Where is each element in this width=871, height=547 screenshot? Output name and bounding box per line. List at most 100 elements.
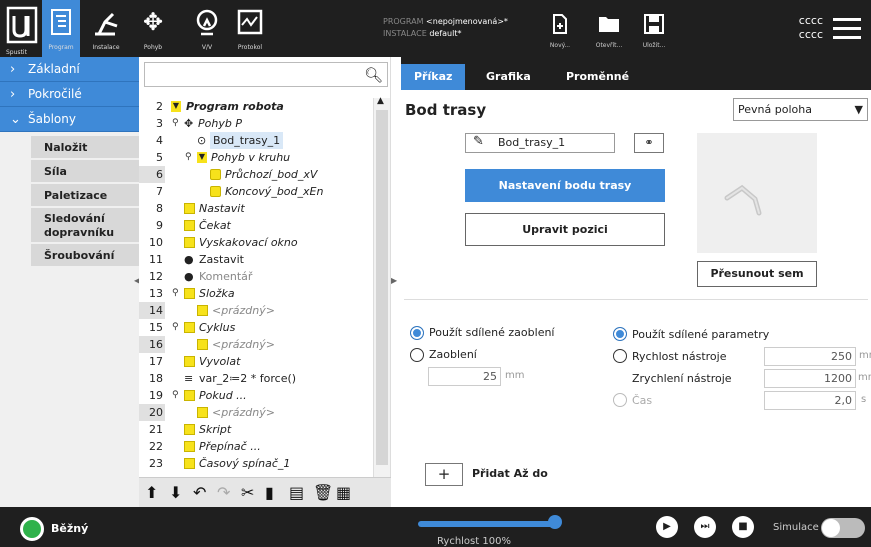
tree-row[interactable]: 16 <prázdný> xyxy=(139,336,372,353)
play-button[interactable]: ▶ xyxy=(656,516,678,538)
tree-row[interactable]: 10 Vyskakovací okno xyxy=(139,234,372,251)
blend-radius-input[interactable]: 25 xyxy=(428,367,501,386)
row-number: 11 xyxy=(149,253,163,266)
tree-scrollbar[interactable]: ▲ ▼ xyxy=(373,96,390,492)
add-until-button[interactable]: + xyxy=(425,463,463,486)
tree-node-label: Komentář xyxy=(199,270,253,283)
tab-variables[interactable]: Proměnné xyxy=(553,64,642,90)
waypoint-name-field[interactable]: ✎ Bod_trasy_1 xyxy=(465,133,615,153)
move-up-icon[interactable]: ⬆ xyxy=(145,483,158,502)
set-waypoint-button[interactable]: Nastavení bodu trasy xyxy=(465,169,665,202)
tree-row[interactable]: 6 Průchozí_bod_xV xyxy=(139,166,372,183)
collapse-triangle-icon[interactable]: ▼ xyxy=(171,101,181,112)
tree-row[interactable]: 9 Čekat xyxy=(139,217,372,234)
move-down-icon[interactable]: ⬇ xyxy=(169,483,182,502)
tab-graphics[interactable]: Grafika xyxy=(473,64,544,90)
status-indicator-icon[interactable] xyxy=(20,517,44,541)
program-button[interactable]: Program xyxy=(42,0,80,57)
tool-accel-input[interactable]: 1200 xyxy=(764,369,856,388)
tool-speed-input[interactable]: 250 xyxy=(764,347,856,366)
tree-row[interactable]: 19 ⚲ Pokud ... xyxy=(139,387,372,404)
tree-row[interactable]: 15 ⚲ Cyklus xyxy=(139,319,372,336)
shared-params-radio[interactable] xyxy=(613,327,627,341)
open-file-button[interactable]: Otevřít... xyxy=(592,0,626,57)
log-button[interactable]: Protokol xyxy=(230,0,270,57)
hamburger-menu-icon[interactable] xyxy=(833,18,861,39)
search-box[interactable]: 🔍︎ xyxy=(144,62,388,87)
nav-templates[interactable]: ⌄ Šablony xyxy=(0,107,139,132)
pencil-icon[interactable]: ✎ xyxy=(473,133,484,151)
tool-speed-radio[interactable] xyxy=(613,349,627,363)
stop-button[interactable]: ■ xyxy=(732,516,754,538)
tree-row[interactable]: 5 ⚲ ▼ Pohyb v kruhu xyxy=(139,149,372,166)
delete-icon[interactable]: 🗑︎ xyxy=(313,483,333,502)
time-input[interactable]: 2,0 xyxy=(764,391,856,410)
tree-row[interactable]: 18 ≡ var_2≔2 * force() xyxy=(139,370,372,387)
tree-row[interactable]: 14 <prázdný> xyxy=(139,302,372,319)
tab-command[interactable]: Příkaz xyxy=(401,64,466,90)
row-number: 19 xyxy=(149,389,163,402)
row-number: 9 xyxy=(156,219,163,232)
tree-row[interactable]: 21 Skript xyxy=(139,421,372,438)
nav-item-screwdriving[interactable]: Šroubování xyxy=(31,244,139,268)
nav-item-force[interactable]: Síla xyxy=(31,160,139,184)
time-radio[interactable] xyxy=(613,393,627,407)
link-button[interactable]: ⚭ xyxy=(634,133,664,153)
tree-row[interactable]: 8 Nastavit xyxy=(139,200,372,217)
empty-node-icon xyxy=(197,339,208,350)
move-button[interactable]: ✥ Pohyb xyxy=(138,0,168,57)
blend-radio[interactable] xyxy=(410,348,424,362)
tree-row[interactable]: 17 Vyvolat xyxy=(139,353,372,370)
shared-blend-label: Použít sdílené zaoblení xyxy=(429,326,555,339)
tree-row[interactable]: 22 Přepínač ... xyxy=(139,438,372,455)
save-disk-icon xyxy=(644,14,664,34)
copy-icon[interactable]: ▮ xyxy=(265,483,274,502)
step-button[interactable]: ⏭ xyxy=(694,516,716,538)
installation-button[interactable]: Instalace xyxy=(86,0,126,57)
position-mode-select[interactable]: Pevná poloha ▼ xyxy=(733,98,868,121)
nav-item-conveyor-tracking[interactable]: Sledování dopravníku xyxy=(31,208,139,244)
undo-icon[interactable]: ↶ xyxy=(193,483,206,502)
nav-basic[interactable]: › Základní xyxy=(0,57,139,82)
time-unit: s xyxy=(861,394,867,405)
tree-row[interactable]: 20 <prázdný> xyxy=(139,404,372,421)
io-button[interactable]: V/V xyxy=(192,0,222,57)
tree-row[interactable]: 3 ⚲ ✥ Pohyb P xyxy=(139,115,372,132)
row-number: 6 xyxy=(139,166,165,183)
search-icon[interactable]: 🔍︎ xyxy=(364,66,383,84)
speed-slider-handle[interactable] xyxy=(548,515,562,529)
tree-row[interactable]: 2 ▼ Program robota xyxy=(139,98,372,115)
move-here-button[interactable]: Přesunout sem xyxy=(697,261,817,287)
save-file-button[interactable]: Uložit... xyxy=(637,0,671,57)
shared-blend-radio[interactable] xyxy=(410,326,424,340)
tree-node-label: Průchozí_bod_xV xyxy=(225,168,318,181)
edit-position-button[interactable]: Upravit pozici xyxy=(465,213,665,246)
search-input[interactable] xyxy=(145,63,355,85)
stop-icon: ● xyxy=(184,253,194,266)
nav-item-pallet-load[interactable]: Naložit xyxy=(31,136,139,160)
tree-row[interactable]: 7 Koncový_bod_xEn xyxy=(139,183,372,200)
tree-row[interactable]: 11 ● Zastavit xyxy=(139,251,372,268)
collapse-right-icon[interactable]: ▶ xyxy=(391,276,397,285)
simulation-toggle[interactable] xyxy=(821,518,865,538)
collapse-triangle-icon[interactable]: ▼ xyxy=(197,152,207,163)
add-until-label: Přidat Až do xyxy=(472,467,548,480)
redo-icon[interactable]: ↷ xyxy=(217,483,230,502)
nav-advanced[interactable]: › Pokročilé xyxy=(0,82,139,107)
nav-item-palletizing[interactable]: Paletizace xyxy=(31,184,139,208)
suppress-icon[interactable]: ▦ xyxy=(336,483,351,502)
new-file-button[interactable]: Nový... xyxy=(543,0,577,57)
paste-icon[interactable]: ▤ xyxy=(289,483,304,502)
tree-row[interactable]: 12 ● Komentář xyxy=(139,268,372,285)
empty-node-icon xyxy=(197,407,208,418)
program-caption: PROGRAM xyxy=(383,17,424,26)
tree-row-selected[interactable]: 4 ⊙ Bod_trasy_1 xyxy=(139,132,372,149)
row-number: 23 xyxy=(149,457,163,470)
tree-row[interactable]: 13 ⚲ Složka xyxy=(139,285,372,302)
cut-icon[interactable]: ✂ xyxy=(241,483,254,502)
speed-slider[interactable] xyxy=(418,521,558,527)
tree-row[interactable]: 23 Časový spínač_1 xyxy=(139,455,372,472)
scroll-up-icon[interactable]: ▲ xyxy=(377,96,384,106)
scroll-thumb[interactable] xyxy=(376,110,388,465)
row-number: 4 xyxy=(156,134,163,147)
